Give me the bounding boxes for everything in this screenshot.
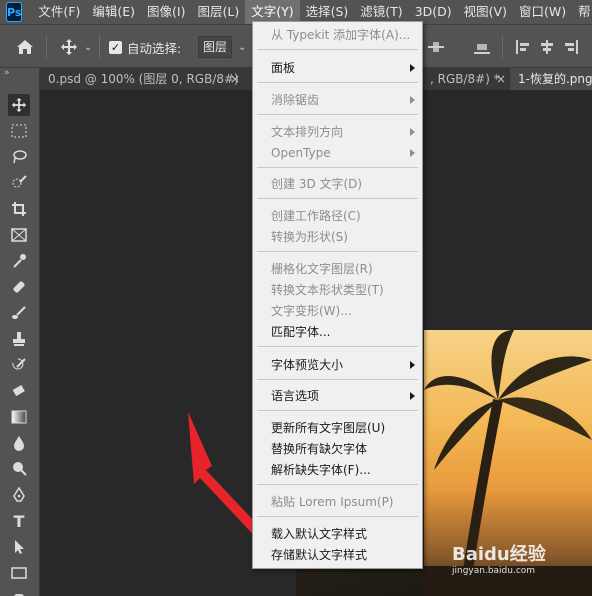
- tab-label: 0.psd @ 100% (图层 0, RGB/8#): [48, 72, 239, 86]
- menu-separator: [257, 82, 418, 83]
- collapse-icon[interactable]: »: [4, 68, 10, 78]
- menu-item-label: 字体预览大小: [271, 358, 344, 372]
- watermark-brand: Baidu经验: [452, 544, 546, 565]
- menu-item-add-typekit-fonts: 从 Typekit 添加字体(A)...: [271, 28, 411, 42]
- auto-select-dropdown[interactable]: 图层: [198, 25, 233, 69]
- menu-item-font-preview-size[interactable]: 字体预览大小: [271, 355, 421, 375]
- chevron-down-icon[interactable]: ⌄: [84, 25, 92, 69]
- submenu-arrow-icon: [410, 361, 415, 369]
- menu-item-label: OpenType: [271, 146, 331, 160]
- menu-item-opentype: OpenType: [271, 143, 421, 163]
- type-tool-icon[interactable]: T: [8, 510, 30, 532]
- menu-separator: [257, 379, 418, 380]
- chevron-down-icon[interactable]: ⌄: [238, 25, 246, 69]
- clone-stamp-tool-icon[interactable]: [8, 328, 30, 350]
- dodge-tool-icon[interactable]: [8, 458, 30, 480]
- menu-separator: [257, 198, 418, 199]
- type-menu-dropdown: 从 Typekit 添加字体(A)... 面板 消除锯齿 文本排列方向 Open…: [252, 21, 423, 569]
- move-tool-icon[interactable]: [60, 25, 78, 69]
- menu-separator: [257, 251, 418, 252]
- menu-layer[interactable]: 图层(L): [191, 0, 245, 24]
- eyedropper-tool-icon[interactable]: [8, 250, 30, 272]
- menu-item-anti-alias: 消除锯齿: [271, 90, 421, 110]
- menu-item-convert-text-shape-type: 转换文本形状类型(T): [271, 283, 384, 297]
- menu-separator: [257, 49, 418, 50]
- submenu-arrow-icon: [410, 149, 415, 157]
- photoshop-logo-icon[interactable]: Ps: [6, 2, 23, 22]
- menu-item-replace-all-missing-fonts[interactable]: 替换所有缺欠字体: [271, 439, 367, 459]
- tab-label: , RGB/8#) *: [430, 72, 500, 86]
- align-bottom-icon[interactable]: [474, 25, 490, 69]
- brush-tool-icon[interactable]: [8, 302, 30, 324]
- submenu-arrow-icon: [410, 128, 415, 136]
- eraser-tool-icon[interactable]: [8, 380, 30, 402]
- align-left-edge-icon[interactable]: [516, 25, 530, 69]
- menu-item-panels[interactable]: 面板: [271, 58, 421, 78]
- menu-item-label: 语言选项: [271, 389, 320, 403]
- submenu-arrow-icon: [410, 392, 415, 400]
- pen-tool-icon[interactable]: [8, 484, 30, 506]
- menu-edit[interactable]: 编辑(E): [86, 0, 141, 24]
- submenu-arrow-icon: [410, 96, 415, 104]
- rectangle-tool-icon[interactable]: [8, 562, 30, 584]
- menu-separator: [257, 410, 418, 411]
- menu-item-label: 消除锯齿: [271, 93, 320, 107]
- baidu-watermark: Baidu经验 jingyan.baidu.com: [452, 540, 546, 576]
- menu-item-label: 文本排列方向: [271, 125, 344, 139]
- auto-select-label: 自动选择:: [127, 40, 182, 56]
- align-middle-icon[interactable]: [428, 25, 444, 69]
- menu-item-language-options[interactable]: 语言选项: [271, 386, 421, 406]
- menu-image[interactable]: 图像(I): [141, 0, 191, 24]
- menu-item-load-default-type-styles[interactable]: 载入默认文字样式: [271, 524, 367, 544]
- menu-item-label: 面板: [271, 61, 296, 75]
- align-right-edge-icon[interactable]: [564, 25, 578, 69]
- path-selection-tool-icon[interactable]: [8, 536, 30, 558]
- tab-0-psd[interactable]: 0.psd @ 100% (图层 0, RGB/8#) ×: [40, 68, 252, 90]
- blur-tool-icon[interactable]: [8, 432, 30, 454]
- menu-item-match-font[interactable]: 匹配字体...: [271, 322, 330, 342]
- menu-item-resolve-missing-fonts[interactable]: 解析缺失字体(F)...: [271, 460, 371, 480]
- hand-tool-icon[interactable]: [8, 586, 30, 596]
- submenu-arrow-icon: [410, 64, 415, 72]
- menu-separator: [257, 484, 418, 485]
- menu-separator: [257, 114, 418, 115]
- gradient-tool-icon[interactable]: [8, 406, 30, 428]
- menu-file[interactable]: 文件(F): [32, 0, 86, 24]
- menu-item-rasterize-type-layer: 栅格化文字图层(R): [271, 262, 373, 276]
- menu-item-update-all-text-layers[interactable]: 更新所有文字图层(U): [271, 418, 385, 438]
- close-icon[interactable]: ×: [496, 68, 506, 90]
- menu-help[interactable]: 帮: [572, 0, 592, 24]
- close-icon[interactable]: ×: [230, 68, 240, 90]
- lasso-tool-icon[interactable]: [8, 146, 30, 168]
- history-brush-tool-icon[interactable]: [8, 354, 30, 376]
- menu-item-warp-text: 文字变形(W)...: [271, 304, 352, 318]
- quick-selection-tool-icon[interactable]: [8, 172, 30, 194]
- menu-item-text-orientation: 文本排列方向: [271, 122, 421, 142]
- menu-separator: [257, 167, 418, 168]
- auto-select-value: 图层: [198, 36, 233, 58]
- menu-item-convert-to-shape: 转换为形状(S): [271, 230, 348, 244]
- menu-item-paste-lorem-ipsum: 粘贴 Lorem Ipsum(P): [271, 495, 394, 509]
- menu-separator: [257, 346, 418, 347]
- tools-panel: » T: [0, 68, 40, 596]
- align-horizontal-center-icon[interactable]: [540, 25, 554, 69]
- menu-separator: [257, 516, 418, 517]
- menu-item-create-work-path: 创建工作路径(C): [271, 209, 361, 223]
- watermark-url: jingyan.baidu.com: [452, 566, 536, 576]
- tab-label: 1-恢复的.png: [518, 72, 592, 86]
- healing-brush-tool-icon[interactable]: [8, 276, 30, 298]
- move-tool-icon[interactable]: [8, 94, 30, 116]
- menu-item-create-3d-text: 创建 3D 文字(D): [271, 177, 363, 191]
- menu-view[interactable]: 视图(V): [458, 0, 513, 24]
- crop-tool-icon[interactable]: [8, 198, 30, 220]
- check-icon: ✓: [109, 40, 122, 54]
- menu-window[interactable]: 窗口(W): [513, 0, 572, 24]
- menu-item-save-default-type-styles[interactable]: 存储默认文字样式: [271, 545, 367, 565]
- home-icon[interactable]: [16, 25, 34, 69]
- auto-select-checkbox[interactable]: ✓: [109, 25, 122, 69]
- frame-tool-icon[interactable]: [8, 224, 30, 246]
- marquee-tool-icon[interactable]: [8, 120, 30, 142]
- tab-recovered-png[interactable]: 1-恢复的.png: [510, 68, 592, 90]
